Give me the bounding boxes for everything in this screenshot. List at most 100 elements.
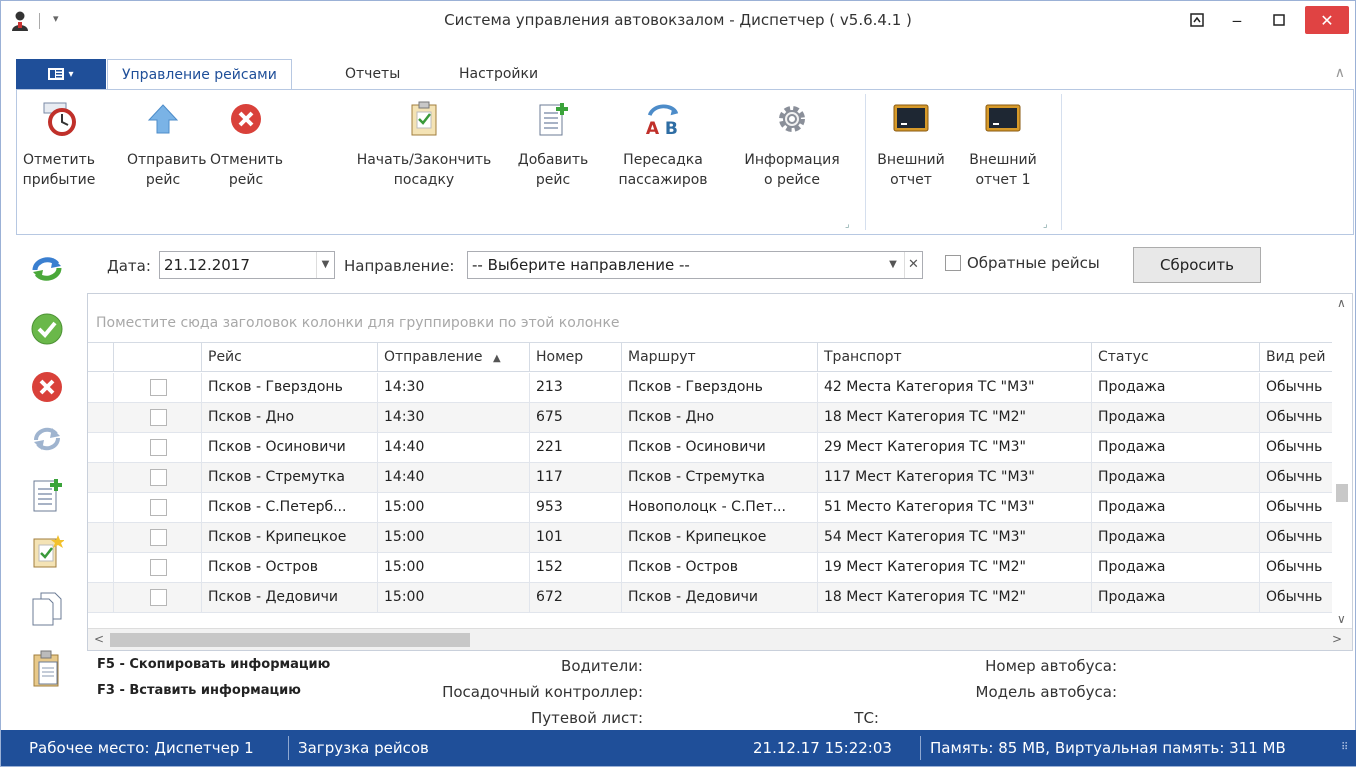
scroll-up-icon[interactable]: ∧	[1337, 296, 1346, 310]
table-row[interactable]: Псков - Дно 14:30 675 Псков - Дно 18 Мест Ка…	[88, 403, 1334, 433]
tab-trip-management[interactable]: Управление рейсами	[107, 59, 292, 90]
collapse-ribbon-icon[interactable]: ∧	[1335, 65, 1345, 81]
cell-status[interactable]: Продажа	[1092, 553, 1260, 582]
table-row[interactable]: Псков - Осиновичи 14:40 221 Псков - Осинови…	[88, 433, 1334, 463]
group-launcher-icon[interactable]: ⌟	[845, 219, 850, 230]
column-header-status[interactable]: Статус	[1092, 343, 1260, 372]
cell-transport[interactable]: 51 Место Категория ТС "М3"	[818, 493, 1092, 522]
cell-transport[interactable]: 19 Мест Категория ТС "М2"	[818, 553, 1092, 582]
cell-transport[interactable]: 18 Мест Категория ТС "М2"	[818, 403, 1092, 432]
boarding-button[interactable]: Начать/Закончить посадку	[339, 100, 509, 190]
row-indicator[interactable]	[88, 553, 114, 582]
cell-trip[interactable]: Псков - Дно	[202, 403, 378, 432]
cell-number[interactable]: 953	[530, 493, 622, 522]
vertical-scrollbar[interactable]: ∧ ∨	[1332, 294, 1352, 630]
cell-kind[interactable]: Обычнь	[1260, 403, 1334, 432]
row-checkbox[interactable]	[150, 469, 167, 486]
transfer-passengers-button[interactable]: AB Пересадка пассажиров	[613, 100, 713, 190]
add-trip-button[interactable]: Добавить рейс	[513, 100, 593, 190]
cell-departure[interactable]: 15:00	[378, 553, 530, 582]
row-indicator[interactable]	[88, 373, 114, 402]
cell-route[interactable]: Псков - Стремутка	[622, 463, 818, 492]
copy-document-icon[interactable]	[27, 589, 67, 629]
column-header-trip[interactable]: Рейс	[202, 343, 378, 372]
cell-trip[interactable]: Псков - Крипецкое	[202, 523, 378, 552]
scroll-down-icon[interactable]: ∨	[1337, 612, 1346, 626]
table-row[interactable]: Псков - Крипецкое 15:00 101 Псков - Крипецк…	[88, 523, 1334, 553]
cell-departure[interactable]: 14:30	[378, 403, 530, 432]
cell-transport[interactable]: 42 Места Категория ТС "М3"	[818, 373, 1092, 402]
cell-route[interactable]: Псков - Крипецкое	[622, 523, 818, 552]
horizontal-scroll-thumb[interactable]	[110, 633, 470, 647]
table-row[interactable]: Псков - Гверздонь 14:30 213 Псков - Гверздо…	[88, 373, 1334, 403]
cell-status[interactable]: Продажа	[1092, 493, 1260, 522]
cell-kind[interactable]: Обычнь	[1260, 493, 1334, 522]
cell-kind[interactable]: Обычнь	[1260, 433, 1334, 462]
chevron-down-icon[interactable]: ▼	[316, 252, 334, 278]
clear-icon[interactable]: ✕	[904, 252, 922, 278]
cell-number[interactable]: 221	[530, 433, 622, 462]
send-trip-button[interactable]: Отправить рейс	[127, 100, 207, 190]
column-header-transport[interactable]: Транспорт	[818, 343, 1092, 372]
group-panel[interactable]: Поместите сюда заголовок колонки для гру…	[88, 294, 1334, 342]
row-indicator[interactable]	[88, 583, 114, 612]
cell-number[interactable]: 675	[530, 403, 622, 432]
external-report-button[interactable]: Внешний отчет	[875, 100, 947, 190]
trip-info-button[interactable]: Информация о рейсе	[739, 100, 845, 190]
cell-trip[interactable]: Псков - Остров	[202, 553, 378, 582]
scroll-right-icon[interactable]: >	[1332, 632, 1342, 646]
cell-route[interactable]: Новополоцк - С.Пет...	[622, 493, 818, 522]
cell-transport[interactable]: 54 Мест Категория ТС "М3"	[818, 523, 1092, 552]
cell-kind[interactable]: Обычнь	[1260, 373, 1334, 402]
row-indicator[interactable]	[88, 403, 114, 432]
tab-reports[interactable]: Отчеты	[331, 59, 414, 89]
row-checkbox[interactable]	[150, 439, 167, 456]
cell-route[interactable]: Псков - Остров	[622, 553, 818, 582]
cell-status[interactable]: Продажа	[1092, 583, 1260, 612]
cell-transport[interactable]: 18 Мест Категория ТС "М2"	[818, 583, 1092, 612]
row-checkbox[interactable]	[150, 589, 167, 606]
cell-status[interactable]: Продажа	[1092, 433, 1260, 462]
column-header-number[interactable]: Номер	[530, 343, 622, 372]
check-circle-icon[interactable]	[27, 309, 67, 349]
direction-select[interactable]: -- Выберите направление -- ▼ ✕	[467, 251, 923, 279]
refresh-arrows-icon[interactable]	[27, 249, 67, 289]
cell-status[interactable]: Продажа	[1092, 373, 1260, 402]
cell-trip[interactable]: Псков - Осиновичи	[202, 433, 378, 462]
cell-number[interactable]: 672	[530, 583, 622, 612]
cell-departure[interactable]: 15:00	[378, 493, 530, 522]
date-picker[interactable]: 21.12.2017 ▼	[159, 251, 335, 279]
row-indicator[interactable]	[88, 523, 114, 552]
row-checkbox[interactable]	[150, 529, 167, 546]
cell-departure[interactable]: 14:40	[378, 433, 530, 462]
cell-route[interactable]: Псков - Дедовичи	[622, 583, 818, 612]
maximize-button[interactable]	[1259, 7, 1299, 33]
cell-trip[interactable]: Псков - Гверздонь	[202, 373, 378, 402]
resize-grip-icon[interactable]: ⠿	[1341, 742, 1348, 753]
cell-transport[interactable]: 29 Мест Категория ТС "М3"	[818, 433, 1092, 462]
table-row[interactable]: Псков - Остров 15:00 152 Псков - Остров 19 М…	[88, 553, 1334, 583]
cell-trip[interactable]: Псков - Стремутка	[202, 463, 378, 492]
tab-settings[interactable]: Настройки	[445, 59, 552, 89]
cell-kind[interactable]: Обычнь	[1260, 523, 1334, 552]
cell-number[interactable]: 152	[530, 553, 622, 582]
cell-kind[interactable]: Обычнь	[1260, 463, 1334, 492]
minimize-button[interactable]: ‒	[1217, 7, 1257, 33]
row-checkbox[interactable]	[150, 409, 167, 426]
cancel-trip-button[interactable]: Отменить рейс	[210, 100, 283, 190]
cell-number[interactable]: 101	[530, 523, 622, 552]
app-menu-button[interactable]: ▾	[16, 59, 106, 89]
column-header-departure[interactable]: Отправление ▲	[378, 343, 530, 372]
row-checkbox[interactable]	[150, 559, 167, 576]
add-document-icon[interactable]	[27, 475, 67, 515]
clipboard-star-icon[interactable]	[27, 531, 67, 571]
column-header-route[interactable]: Маршрут	[622, 343, 818, 372]
cell-departure[interactable]: 15:00	[378, 523, 530, 552]
vertical-scroll-thumb[interactable]	[1336, 484, 1348, 502]
table-row[interactable]: Псков - С.Петерб... 15:00 953 Новополоцк - …	[88, 493, 1334, 523]
cell-trip[interactable]: Псков - Дедовичи	[202, 583, 378, 612]
horizontal-scrollbar[interactable]: < >	[88, 628, 1352, 650]
cell-departure[interactable]: 14:40	[378, 463, 530, 492]
table-row[interactable]: Псков - Дедовичи 15:00 672 Псков - Дедовичи…	[88, 583, 1334, 613]
cell-number[interactable]: 213	[530, 373, 622, 402]
